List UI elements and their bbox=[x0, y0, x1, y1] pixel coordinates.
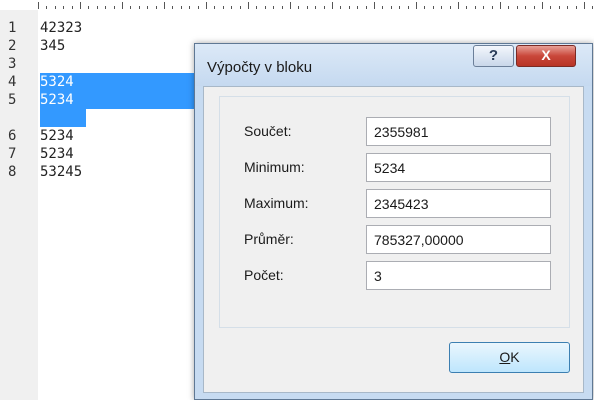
line-number: 4 bbox=[8, 74, 17, 90]
maximum-field[interactable] bbox=[366, 189, 551, 218]
ok-button[interactable]: OK bbox=[449, 342, 570, 373]
line-number: 3 bbox=[8, 56, 17, 72]
editor-line-selected[interactable]: 2345423 bbox=[40, 55, 99, 73]
line-number: 7 bbox=[8, 146, 17, 162]
average-field[interactable] bbox=[366, 225, 551, 254]
maximum-label: Maximum: bbox=[244, 195, 309, 211]
dialog-title: Výpočty v bloku bbox=[207, 59, 313, 76]
dialog-body: Součet: Minimum: Maximum: Průměr: Počet:… bbox=[203, 86, 584, 393]
line-number: 5 bbox=[8, 92, 17, 108]
minimum-field[interactable] bbox=[366, 153, 551, 182]
question-mark-icon: ? bbox=[488, 47, 499, 64]
count-field[interactable] bbox=[366, 261, 551, 290]
line-number: 6 bbox=[8, 128, 17, 144]
selection-highlight bbox=[40, 109, 86, 127]
editor-line[interactable]: 5234 bbox=[40, 127, 74, 145]
line-number: 8 bbox=[8, 164, 17, 180]
line-number: 2 bbox=[8, 38, 17, 54]
sum-field[interactable] bbox=[366, 117, 551, 146]
help-button[interactable]: ? bbox=[473, 45, 514, 67]
editor-line-selected[interactable]: 5324 bbox=[40, 73, 74, 91]
close-icon: X bbox=[541, 47, 551, 63]
dialog-titlebar[interactable]: Výpočty v bloku ? X bbox=[195, 44, 592, 86]
close-button[interactable]: X bbox=[516, 45, 576, 67]
editor-line-selected[interactable]: 5234 bbox=[40, 91, 74, 109]
editor-line[interactable]: 53245 bbox=[40, 163, 82, 181]
ok-mnemonic: O bbox=[499, 349, 511, 365]
column-ruler bbox=[38, 2, 593, 9]
ok-label-rest: K bbox=[510, 349, 520, 365]
line-number: 1 bbox=[8, 20, 17, 36]
average-label: Průměr: bbox=[244, 231, 294, 247]
editor-line[interactable]: 42323 bbox=[40, 19, 82, 37]
minimum-label: Minimum: bbox=[244, 159, 305, 175]
block-calculations-dialog: Výpočty v bloku ? X Součet: Minimum: Max… bbox=[194, 43, 593, 400]
editor-line[interactable]: 345 bbox=[40, 37, 65, 55]
count-label: Počet: bbox=[244, 267, 284, 283]
editor-line[interactable]: 5234 bbox=[40, 145, 74, 163]
sum-label: Součet: bbox=[244, 123, 292, 139]
